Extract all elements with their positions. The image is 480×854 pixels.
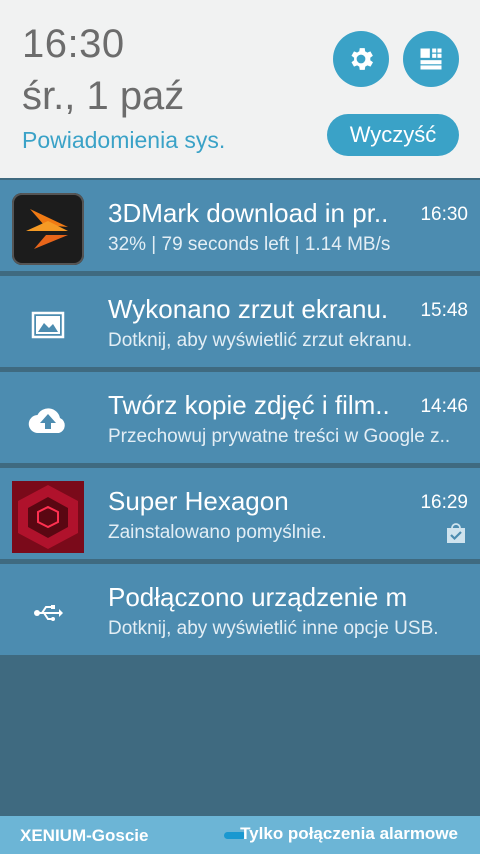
notification-time: 16:29 xyxy=(420,492,468,513)
carrier-status-bar: XENIUM-Goscie Tylko połączenia alarmowe xyxy=(0,816,480,854)
notification-icon-container xyxy=(12,193,84,265)
notification-photo-backup[interactable]: Twórz kopie zdjęć i film.. 14:46 Przecho… xyxy=(0,372,480,463)
usb-icon xyxy=(34,605,63,621)
super-hexagon-app-icon xyxy=(12,481,84,553)
notification-title: 3DMark download in pr.. xyxy=(108,198,389,228)
grid-icon xyxy=(420,48,442,70)
clock: 16:30 xyxy=(22,22,125,66)
quick-settings-grid-button[interactable] xyxy=(403,31,459,87)
notification-super-hexagon[interactable]: Super Hexagon 16:29 Zainstalowano pomyśl… xyxy=(0,468,480,559)
notification-title: Super Hexagon xyxy=(108,486,289,516)
cloud-upload-icon xyxy=(28,408,65,434)
shopping-bag-check-icon xyxy=(447,523,465,543)
notification-icon-container xyxy=(12,481,84,553)
notification-usb-connected[interactable]: Podłączono urządzenie multi.. Dotknij, a… xyxy=(0,564,480,655)
notification-text: Dotknij, aby wyświetlić inne opcje USB. xyxy=(108,618,439,639)
notification-3dmark-download[interactable]: 3DMark download in pr.. 16:30 32% | 79 s… xyxy=(0,180,480,271)
settings-button[interactable] xyxy=(333,31,389,87)
notification-text: Zainstalowano pomyślnie. xyxy=(108,522,327,543)
notification-screenshot[interactable]: Wykonano zrzut ekranu. 15:48 Dotknij, ab… xyxy=(0,276,480,367)
gear-icon xyxy=(351,48,373,70)
system-notifications-label: Powiadomienia sys. xyxy=(22,127,226,153)
notification-icon-container xyxy=(12,289,84,361)
screenshot-icon xyxy=(31,311,65,339)
notification-title: Wykonano zrzut ekranu. xyxy=(108,294,389,324)
notification-title: Podłączono urządzenie multi.. xyxy=(108,582,408,612)
quick-settings-header: 16:30 śr., 1 paź Powiadomienia sys. Wycz… xyxy=(0,0,480,178)
notification-text: Dotknij, aby wyświetlić zrzut ekranu. xyxy=(108,330,413,351)
notification-text: Przechowuj prywatne treści w Google z.. xyxy=(108,426,451,447)
network-name: XENIUM-Goscie xyxy=(20,826,149,845)
notification-icon-container xyxy=(12,385,84,457)
notification-time: 14:46 xyxy=(420,396,468,417)
notification-icon-container xyxy=(12,577,84,649)
notification-list: 3DMark download in pr.. 16:30 32% | 79 s… xyxy=(0,180,480,660)
emergency-calls-only-label: Tylko połączenia alarmowe xyxy=(240,824,458,843)
date: śr., 1 paź xyxy=(22,74,185,118)
notification-time: 16:30 xyxy=(420,204,468,225)
3dmark-app-icon xyxy=(12,193,84,265)
clear-all-button[interactable]: Wyczyść xyxy=(327,114,459,156)
notification-text: 32% | 79 seconds left | 1.14 MB/s xyxy=(108,234,391,255)
notification-title: Twórz kopie zdjęć i film.. xyxy=(108,390,390,420)
notification-time: 15:48 xyxy=(420,300,468,321)
